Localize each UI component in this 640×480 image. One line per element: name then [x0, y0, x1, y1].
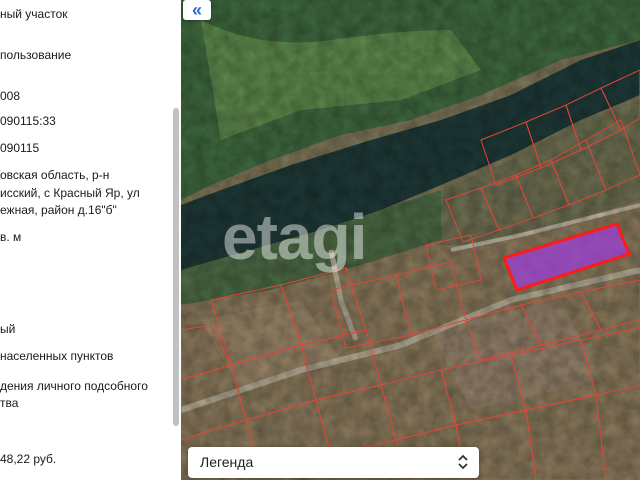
info-permitted-use-line-2: тва [0, 396, 19, 410]
collapse-sidebar-button[interactable]: « [183, 0, 211, 20]
info-land-category: населенных пунктов [0, 349, 114, 363]
legend-dropdown[interactable]: Легенда [188, 447, 479, 478]
sidebar-scrollbar-thumb[interactable] [173, 108, 179, 426]
info-address-line-2: исский, с Красный Яр, ул [0, 186, 140, 200]
info-cadastral-value: 48,22 руб. [0, 452, 57, 466]
info-category: ный участок [0, 7, 68, 21]
info-usage: пользование [0, 48, 72, 62]
info-permitted-use-line-1: дения личного подсобного [0, 379, 148, 393]
watermark: etagi [222, 201, 367, 273]
info-cadastral-number: 090115:33 [0, 114, 56, 128]
parcel-info-panel: ный участок пользование 008 090115:33 09… [0, 0, 181, 480]
legend-label: Легенда [200, 454, 254, 470]
info-area-code: 008 [0, 89, 21, 103]
double-chevron-left-icon: « [191, 0, 202, 20]
info-area-unit: в. м [0, 230, 22, 244]
up-down-chevron-icon [458, 454, 468, 470]
info-address-line-3: ежная, район д.16"б" [0, 203, 117, 217]
info-status: ый [0, 322, 16, 336]
info-cadastral-quarter: 090115 [0, 141, 40, 155]
info-address-line-1: овская область, р-н [0, 168, 110, 182]
